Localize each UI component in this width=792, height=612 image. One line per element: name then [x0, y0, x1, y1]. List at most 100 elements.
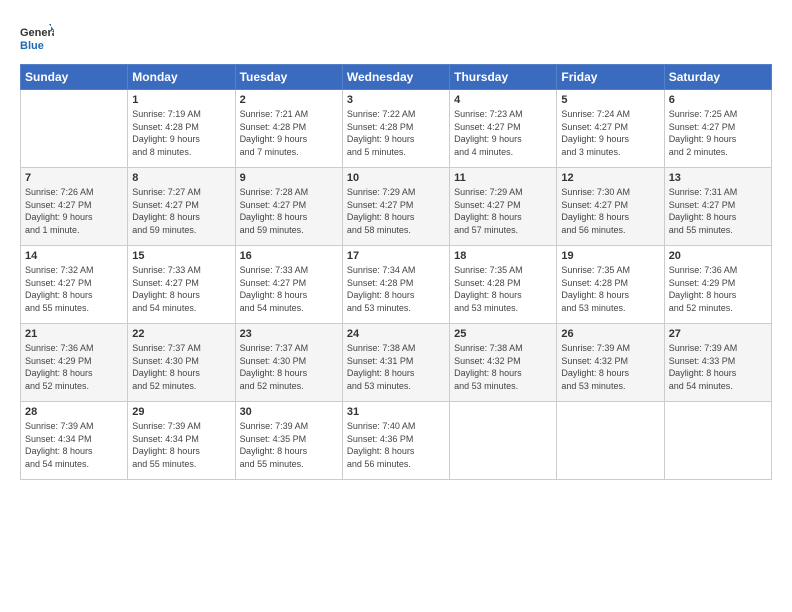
week-row-3: 14 Sunrise: 7:32 AM Sunset: 4:27 PM Dayli… [21, 246, 772, 324]
header-row: SundayMondayTuesdayWednesdayThursdayFrid… [21, 65, 772, 90]
calendar-cell: 12Sunrise: 7:30 AM Sunset: 4:27 PM Dayli… [557, 168, 664, 246]
day-number: 31 [347, 406, 445, 418]
calendar-cell: 29 Sunrise: 7:39 AM Sunset: 4:34 PM Dayli… [128, 402, 235, 480]
cell-content: Sunrise: 7:39 AM Sunset: 4:35 PM Dayligh… [240, 420, 338, 470]
calendar-cell [664, 402, 771, 480]
header: General Blue [20, 18, 772, 56]
calendar-cell: 19Sunrise: 7:35 AM Sunset: 4:28 PM Dayli… [557, 246, 664, 324]
calendar-cell: 16 Sunrise: 7:33 AM Sunset: 4:27 PM Dayli… [235, 246, 342, 324]
calendar-cell: 3 Sunrise: 7:22 AM Sunset: 4:28 PM Daylig… [342, 90, 449, 168]
day-number: 8 [132, 172, 230, 184]
cell-content: Sunrise: 7:39 AM Sunset: 4:34 PM Dayligh… [25, 420, 123, 470]
day-number: 28 [25, 406, 123, 418]
calendar-cell: 8 Sunrise: 7:27 AM Sunset: 4:27 PM Daylig… [128, 168, 235, 246]
cell-content: Sunrise: 7:33 AM Sunset: 4:27 PM Dayligh… [132, 264, 230, 314]
calendar-cell: 1Sunrise: 7:19 AM Sunset: 4:28 PM Daylig… [128, 90, 235, 168]
cell-content: Sunrise: 7:38 AM Sunset: 4:31 PM Dayligh… [347, 342, 445, 392]
day-number: 11 [454, 172, 552, 184]
cell-content: Sunrise: 7:22 AM Sunset: 4:28 PM Dayligh… [347, 108, 445, 158]
calendar-cell: 15 Sunrise: 7:33 AM Sunset: 4:27 PM Dayli… [128, 246, 235, 324]
cell-content: Sunrise: 7:26 AM Sunset: 4:27 PM Dayligh… [25, 186, 123, 236]
day-number: 2 [240, 94, 338, 106]
page: General Blue SundayMondayTuesdayWednesda… [0, 0, 792, 612]
cell-content: Sunrise: 7:28 AM Sunset: 4:27 PM Dayligh… [240, 186, 338, 236]
cell-content: Sunrise: 7:21 AM Sunset: 4:28 PM Dayligh… [240, 108, 338, 158]
calendar-cell: 31 Sunrise: 7:40 AM Sunset: 4:36 PM Dayli… [342, 402, 449, 480]
cell-content: Sunrise: 7:34 AM Sunset: 4:28 PM Dayligh… [347, 264, 445, 314]
cell-content: Sunrise: 7:33 AM Sunset: 4:27 PM Dayligh… [240, 264, 338, 314]
day-number: 6 [669, 94, 767, 106]
calendar-cell: 6 Sunrise: 7:25 AM Sunset: 4:27 PM Daylig… [664, 90, 771, 168]
calendar-cell: 22 Sunrise: 7:37 AM Sunset: 4:30 PM Dayli… [128, 324, 235, 402]
calendar-cell: 4 Sunrise: 7:23 AM Sunset: 4:27 PM Daylig… [450, 90, 557, 168]
cell-content: Sunrise: 7:39 AM Sunset: 4:32 PM Dayligh… [561, 342, 659, 392]
calendar-cell: 17 Sunrise: 7:34 AM Sunset: 4:28 PM Dayli… [342, 246, 449, 324]
day-number: 16 [240, 250, 338, 262]
cell-content: Sunrise: 7:35 AM Sunset: 4:28 PM Dayligh… [454, 264, 552, 314]
cell-content: Sunrise: 7:29 AM Sunset: 4:27 PM Dayligh… [347, 186, 445, 236]
calendar-cell: 14 Sunrise: 7:32 AM Sunset: 4:27 PM Dayli… [21, 246, 128, 324]
day-number: 1 [132, 94, 230, 106]
cell-content: Sunrise: 7:31 AM Sunset: 4:27 PM Dayligh… [669, 186, 767, 236]
calendar-cell: 20 Sunrise: 7:36 AM Sunset: 4:29 PM Dayli… [664, 246, 771, 324]
cell-content: Sunrise: 7:32 AM Sunset: 4:27 PM Dayligh… [25, 264, 123, 314]
day-number: 7 [25, 172, 123, 184]
logo: General Blue [20, 22, 54, 56]
day-number: 9 [240, 172, 338, 184]
calendar-cell: 10Sunrise: 7:29 AM Sunset: 4:27 PM Dayli… [342, 168, 449, 246]
day-number: 15 [132, 250, 230, 262]
calendar-cell [21, 90, 128, 168]
calendar-cell [450, 402, 557, 480]
week-row-1: 1Sunrise: 7:19 AM Sunset: 4:28 PM Daylig… [21, 90, 772, 168]
week-row-2: 7 Sunrise: 7:26 AM Sunset: 4:27 PM Daylig… [21, 168, 772, 246]
week-row-4: 21Sunrise: 7:36 AM Sunset: 4:29 PM Dayli… [21, 324, 772, 402]
day-number: 30 [240, 406, 338, 418]
calendar-cell [557, 402, 664, 480]
day-header-thursday: Thursday [450, 65, 557, 90]
svg-text:Blue: Blue [20, 40, 44, 52]
cell-content: Sunrise: 7:37 AM Sunset: 4:30 PM Dayligh… [132, 342, 230, 392]
cell-content: Sunrise: 7:23 AM Sunset: 4:27 PM Dayligh… [454, 108, 552, 158]
calendar-cell: 18 Sunrise: 7:35 AM Sunset: 4:28 PM Dayli… [450, 246, 557, 324]
cell-content: Sunrise: 7:27 AM Sunset: 4:27 PM Dayligh… [132, 186, 230, 236]
day-header-monday: Monday [128, 65, 235, 90]
day-number: 13 [669, 172, 767, 184]
day-header-friday: Friday [557, 65, 664, 90]
day-number: 4 [454, 94, 552, 106]
day-header-sunday: Sunday [21, 65, 128, 90]
calendar-cell: 2 Sunrise: 7:21 AM Sunset: 4:28 PM Daylig… [235, 90, 342, 168]
day-number: 5 [561, 94, 659, 106]
day-number: 21 [25, 328, 123, 340]
calendar-cell: 24 Sunrise: 7:38 AM Sunset: 4:31 PM Dayli… [342, 324, 449, 402]
calendar-cell: 25 Sunrise: 7:38 AM Sunset: 4:32 PM Dayli… [450, 324, 557, 402]
cell-content: Sunrise: 7:39 AM Sunset: 4:34 PM Dayligh… [132, 420, 230, 470]
cell-content: Sunrise: 7:40 AM Sunset: 4:36 PM Dayligh… [347, 420, 445, 470]
calendar-cell: 28 Sunrise: 7:39 AM Sunset: 4:34 PM Dayli… [21, 402, 128, 480]
day-number: 18 [454, 250, 552, 262]
calendar-cell: 5 Sunrise: 7:24 AM Sunset: 4:27 PM Daylig… [557, 90, 664, 168]
day-number: 3 [347, 94, 445, 106]
cell-content: Sunrise: 7:37 AM Sunset: 4:30 PM Dayligh… [240, 342, 338, 392]
calendar-cell: 9 Sunrise: 7:28 AM Sunset: 4:27 PM Daylig… [235, 168, 342, 246]
cell-content: Sunrise: 7:24 AM Sunset: 4:27 PM Dayligh… [561, 108, 659, 158]
day-number: 20 [669, 250, 767, 262]
cell-content: Sunrise: 7:25 AM Sunset: 4:27 PM Dayligh… [669, 108, 767, 158]
day-number: 24 [347, 328, 445, 340]
cell-content: Sunrise: 7:36 AM Sunset: 4:29 PM Dayligh… [669, 264, 767, 314]
calendar-table: SundayMondayTuesdayWednesdayThursdayFrid… [20, 64, 772, 480]
cell-content: Sunrise: 7:39 AM Sunset: 4:33 PM Dayligh… [669, 342, 767, 392]
day-number: 14 [25, 250, 123, 262]
cell-content: Sunrise: 7:30 AM Sunset: 4:27 PM Dayligh… [561, 186, 659, 236]
day-number: 23 [240, 328, 338, 340]
calendar-cell: 11Sunrise: 7:29 AM Sunset: 4:27 PM Dayli… [450, 168, 557, 246]
day-number: 22 [132, 328, 230, 340]
svg-text:General: General [20, 27, 54, 39]
cell-content: Sunrise: 7:38 AM Sunset: 4:32 PM Dayligh… [454, 342, 552, 392]
day-number: 26 [561, 328, 659, 340]
calendar-cell: 7 Sunrise: 7:26 AM Sunset: 4:27 PM Daylig… [21, 168, 128, 246]
day-number: 25 [454, 328, 552, 340]
logo-svg: General Blue [20, 22, 54, 56]
day-number: 29 [132, 406, 230, 418]
day-number: 17 [347, 250, 445, 262]
day-number: 27 [669, 328, 767, 340]
